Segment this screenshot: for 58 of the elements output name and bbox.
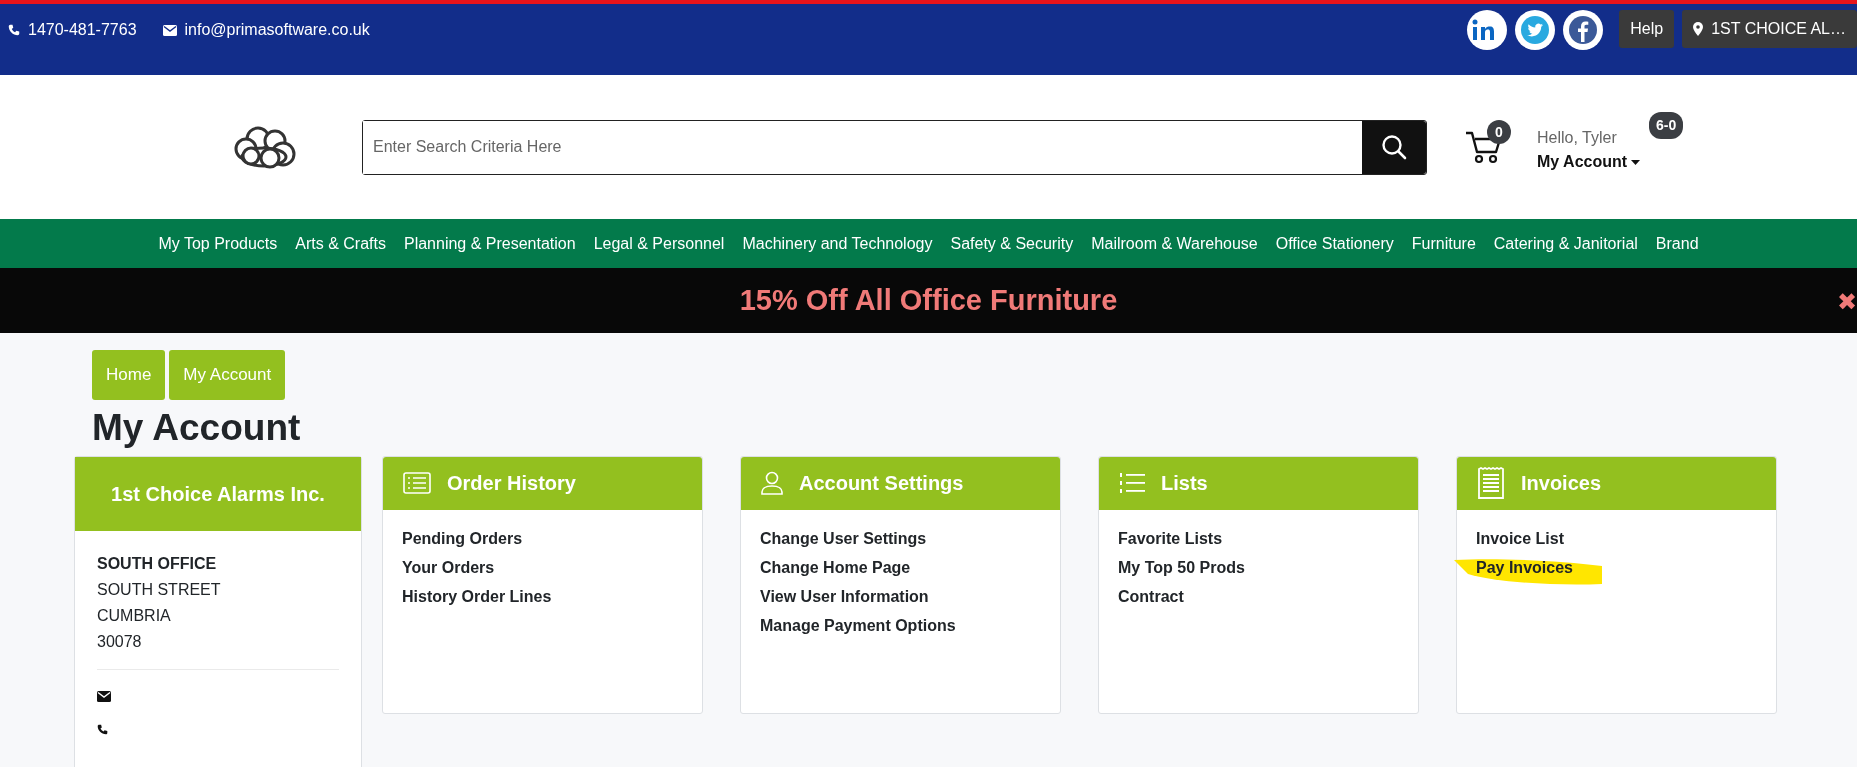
phone-icon [8,24,20,36]
caret-icon [1631,159,1641,165]
nav-link-item[interactable]: Legal & Personnel [593,231,725,256]
card-title: Account Settings [799,471,964,497]
linkedin-icon[interactable] [1467,10,1508,50]
account-link[interactable]: My Top 50 Prods [1118,555,1245,580]
account-link[interactable]: Your Orders [402,555,495,580]
phone-icon [97,723,108,735]
close-button[interactable]: ✖ [1837,284,1857,320]
account-menu[interactable]: My Account [1537,150,1641,174]
user-icon [761,471,783,496]
nav-link-item[interactable]: Machinery and Technology [742,231,933,256]
receipt-icon [1477,467,1505,500]
account-link[interactable]: Invoice List [1476,526,1565,551]
envelope-icon [162,24,177,36]
account-link[interactable]: View User Information [760,584,929,609]
address-line: SOUTH STREET [97,579,222,600]
nav-link-item[interactable]: Safety & Security [950,231,1074,256]
location-button[interactable]: 1ST CHOICE AL… [1682,10,1857,48]
nav-link-item[interactable]: Arts & Crafts [295,231,386,256]
nav-link-item[interactable]: Catering & Janitorial [1493,231,1638,256]
account-link[interactable]: Pending Orders [402,526,523,551]
search-icon [1381,134,1407,160]
account-badge: 6-0 [1649,112,1684,139]
card-title: Invoices [1521,471,1602,497]
map-pin-icon [1693,22,1704,36]
email-link[interactable]: info@primasoftware.co.uk [184,18,370,42]
search-button[interactable] [1362,120,1426,174]
card-title: Lists [1161,471,1208,497]
greeting: Hello, Tyler [1537,128,1618,148]
numbered-list-icon [1119,472,1145,495]
list-icon [403,472,431,495]
nav-link-item[interactable]: My Top Products [158,231,278,256]
nav-link-item[interactable]: Furniture [1411,231,1476,256]
nav-link-item[interactable]: Planning & Presentation [404,231,576,256]
account-link[interactable]: Contract [1118,584,1184,609]
account-link[interactable]: Favorite Lists [1118,526,1223,551]
address-name: SOUTH OFFICE [97,553,218,574]
phone-number: 1470-481-7763 [28,20,137,40]
nav-link-item[interactable]: Brand [1655,231,1699,256]
card-title: 1st Choice Alarms Inc. [75,456,361,531]
cart-count: 0 [1487,120,1511,144]
card-title: Order History [447,471,576,497]
account-link[interactable]: Change User Settings [760,526,927,551]
bird-icon[interactable] [1515,10,1556,50]
envelope-icon [97,691,111,703]
address-line: CUMBRIA [97,605,172,626]
account-link[interactable]: History Order Lines [402,584,552,609]
account-link[interactable]: Manage Payment Options [760,613,956,638]
account-link[interactable]: Pay Invoices [1476,555,1573,580]
page-title: My Account [92,405,302,450]
nav-link-item[interactable]: Office Stationery [1275,231,1394,256]
account-link[interactable]: Change Home Page [760,555,911,580]
promo-banner-text: 15% Off All Office Furniture [739,282,1118,318]
facebook-icon[interactable] [1563,10,1604,50]
help-button[interactable]: Help [1619,10,1675,48]
nav-link-item[interactable]: Mailroom & Warehouse [1091,231,1258,256]
address-line: 30078 [97,631,143,652]
